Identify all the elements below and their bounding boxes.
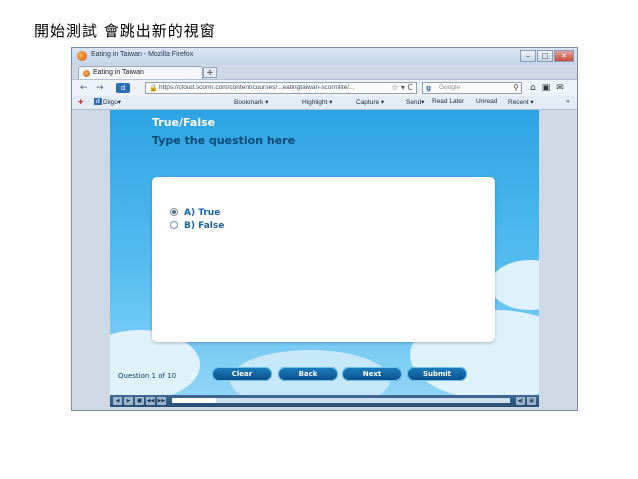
back-button[interactable]: ← <box>80 83 88 93</box>
firefox-icon <box>77 51 87 61</box>
title-bar: Eating in Taiwan - Mozilla Firefox – □ ✕ <box>72 48 577 65</box>
bookmark-unread[interactable]: Unread <box>476 98 497 105</box>
choice-b-label: B) False <box>184 221 225 231</box>
bookmark-send[interactable]: Send▾ <box>406 98 424 106</box>
bookmarks-overflow-icon[interactable]: » <box>566 98 570 105</box>
new-tab-button[interactable]: + <box>203 67 217 78</box>
bookmark-diigo[interactable]: Diigo▾ <box>103 98 121 106</box>
submit-button[interactable]: Submit <box>407 367 467 381</box>
bookmark-read-later[interactable]: Read Later <box>432 98 464 105</box>
bookmarks-toolbar: ✚ d Diigo▾ Bookmark ▾ Highlight ▾ Captur… <box>72 96 577 110</box>
stop-icon[interactable]: ■ <box>135 397 144 405</box>
navigation-bar: ← → d 🔒 https://cloud.scorm.com/content/… <box>72 79 577 97</box>
toolbar-icons: ⌂ ▣ ✉ <box>530 83 564 93</box>
radio-unselected-icon[interactable] <box>170 221 178 229</box>
tab-eating-in-taiwan[interactable]: Eating in Taiwan <box>78 66 203 79</box>
choice-a[interactable]: A) True <box>170 208 220 218</box>
diigo-logo-icon: d <box>94 98 102 105</box>
bookmark-page-icon[interactable]: ✚ <box>78 98 83 106</box>
slide-title: 開始測試 會跳出新的視窗 <box>34 22 216 40</box>
next-slide-icon[interactable]: ▶▶ <box>157 397 166 405</box>
forward-button[interactable]: → <box>96 83 104 93</box>
clear-button[interactable]: Clear <box>212 367 272 381</box>
mail-icon[interactable]: ✉ <box>556 83 564 93</box>
browser-window: Eating in Taiwan - Mozilla Firefox – □ ✕… <box>71 47 578 411</box>
screenshot-icon[interactable]: ▣ <box>542 83 551 93</box>
question-text: Type the question here <box>152 134 296 147</box>
url-bar[interactable]: 🔒 https://cloud.scorm.com/content/course… <box>145 82 417 94</box>
lock-icon: 🔒 <box>149 84 158 92</box>
previous-icon[interactable]: ◀◀ <box>146 397 155 405</box>
choice-b[interactable]: B) False <box>170 221 224 231</box>
diigo-icon[interactable]: d <box>116 83 130 93</box>
rewind-icon[interactable]: ◀ <box>113 397 122 405</box>
radio-selected-icon[interactable] <box>170 208 178 216</box>
search-placeholder: Google <box>439 84 460 91</box>
question-counter: Question 1 of 10 <box>118 372 177 380</box>
tab-label: Eating in Taiwan <box>93 69 144 76</box>
progress-fill <box>172 398 216 403</box>
progress-track[interactable] <box>172 398 510 403</box>
choice-a-label: A) True <box>184 208 221 218</box>
bookmark-highlight[interactable]: Highlight ▾ <box>302 98 332 106</box>
url-text: https://cloud.scorm.com/content/courses/… <box>159 84 355 91</box>
next-button[interactable]: Next <box>342 367 402 381</box>
bookmark-capture[interactable]: Capture ▾ <box>356 98 384 106</box>
maximize-button[interactable]: □ <box>537 50 553 62</box>
url-tools[interactable]: ☆ ▾ C <box>391 83 413 92</box>
bookmark-bookmark[interactable]: Bookmark ▾ <box>234 98 268 106</box>
answer-card: A) True B) False <box>152 177 495 342</box>
player-controls: ◀ ▶ ■ ◀◀ ▶▶ ◀) ▣ <box>110 395 539 407</box>
tab-favicon-icon <box>83 70 90 77</box>
search-bar[interactable]: g Google ⚲ <box>422 82 522 94</box>
window-title: Eating in Taiwan - Mozilla Firefox <box>91 51 194 58</box>
minimize-button[interactable]: – <box>520 50 536 62</box>
google-icon: g <box>426 84 432 92</box>
tab-bar: Eating in Taiwan + <box>72 65 577 79</box>
close-button[interactable]: ✕ <box>554 50 574 62</box>
search-icon[interactable]: ⚲ <box>513 83 519 92</box>
quiz-content: True/False Type the question here A) Tru… <box>110 110 539 395</box>
question-type: True/False <box>152 116 216 129</box>
window-controls: – □ ✕ <box>520 50 574 62</box>
cloud-decoration <box>490 260 539 310</box>
fullscreen-icon[interactable]: ▣ <box>527 397 536 405</box>
back-quiz-button[interactable]: Back <box>278 367 338 381</box>
play-icon[interactable]: ▶ <box>124 397 133 405</box>
bookmark-recent[interactable]: Recent ▾ <box>508 98 534 106</box>
volume-icon[interactable]: ◀) <box>516 397 525 405</box>
home-icon[interactable]: ⌂ <box>530 83 536 93</box>
